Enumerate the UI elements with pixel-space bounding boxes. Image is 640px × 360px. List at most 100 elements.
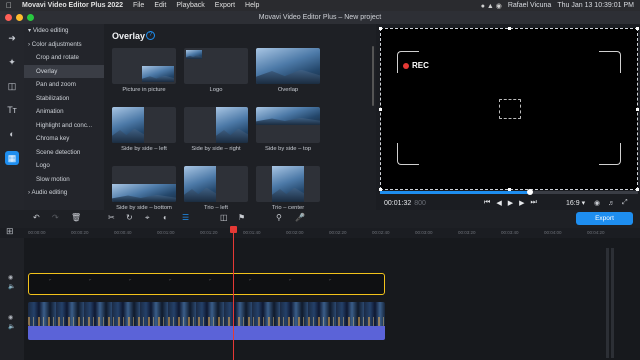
- ruler-tick: 00:03:40: [501, 230, 519, 235]
- overlay-tile-trio-center[interactable]: Trio – center: [256, 166, 320, 211]
- menu-edit[interactable]: Edit: [154, 2, 166, 9]
- track-add-icon[interactable]: ⊞: [6, 226, 14, 237]
- panel-scrollbar[interactable]: [372, 46, 374, 106]
- overlay-tile-side-by-side-bottom[interactable]: Side by side – bottom: [112, 166, 176, 211]
- import-icon[interactable]: ➜: [5, 31, 19, 45]
- zoom-button[interactable]: [27, 14, 34, 21]
- category-color-adjustments[interactable]: › Color adjustments: [24, 38, 104, 52]
- filters-icon[interactable]: ✦: [5, 55, 19, 69]
- menu-help[interactable]: Help: [245, 2, 259, 9]
- play-icon[interactable]: ▶: [508, 199, 513, 207]
- minimize-button[interactable]: [16, 14, 23, 21]
- step-forward-icon[interactable]: ▶: [519, 199, 524, 207]
- video-clip[interactable]: [28, 302, 385, 326]
- category-highlight-and-conceal[interactable]: Highlight and conc...: [24, 119, 104, 133]
- track-mute-icon[interactable]: 🔈: [8, 283, 15, 290]
- resize-handle[interactable]: [636, 27, 639, 30]
- timecode-frames: 800: [414, 199, 426, 207]
- export-button[interactable]: Export: [576, 212, 633, 225]
- menu-export[interactable]: Export: [215, 2, 235, 9]
- progress-fill: [380, 191, 530, 194]
- crop-icon[interactable]: ⌖: [145, 213, 150, 223]
- location-icon[interactable]: ⚲: [276, 213, 282, 222]
- rotate-icon[interactable]: ↻: [126, 213, 133, 222]
- apple-icon[interactable]: : [6, 1, 14, 10]
- clip-properties-icon[interactable]: ☰: [182, 213, 189, 222]
- resize-handle[interactable]: [379, 27, 382, 30]
- category-logo[interactable]: Logo: [24, 159, 104, 173]
- close-button[interactable]: [5, 14, 12, 21]
- track-visibility-icon[interactable]: ◉: [8, 274, 13, 281]
- skip-forward-icon[interactable]: ⏭: [530, 199, 536, 207]
- marker-icon[interactable]: ⚑: [238, 213, 245, 222]
- playhead-handle[interactable]: [230, 226, 237, 233]
- overlay-tile-side-by-side-left[interactable]: Side by side – left: [112, 107, 176, 152]
- volume-icon[interactable]: ♬: [608, 200, 615, 207]
- playback-progress[interactable]: [380, 189, 638, 195]
- overlay-tile-side-by-side-top[interactable]: Side by side – top: [256, 107, 320, 152]
- titles-icon[interactable]: Tт: [5, 103, 19, 117]
- tile-thumbnail: [256, 107, 320, 143]
- overlay-clip-selected[interactable]: ⌐ ⌐ ⌐ ⌐ ⌐ ⌐ ⌐ ⌐: [28, 273, 385, 295]
- resize-handle[interactable]: [508, 27, 511, 30]
- resize-handle[interactable]: [379, 108, 382, 111]
- tile-thumbnail: [184, 166, 248, 202]
- user-name[interactable]: Rafael Vicuna: [508, 2, 551, 9]
- window-title: Movavi Video Editor Plus – New project: [258, 14, 382, 21]
- timeline-area[interactable]: [0, 238, 640, 360]
- stickers-icon[interactable]: ◐: [5, 127, 19, 141]
- category-audio-editing[interactable]: › Audio editing: [24, 186, 104, 200]
- category-scene-detection[interactable]: Scene detection: [24, 146, 104, 160]
- focus-reticle-icon: [499, 99, 521, 119]
- cut-icon[interactable]: ✂: [108, 213, 115, 222]
- category-chroma-key[interactable]: Chroma key: [24, 132, 104, 146]
- menu-file[interactable]: File: [133, 2, 144, 9]
- overlay-tile-logo[interactable]: Logo: [184, 48, 248, 93]
- category-animation[interactable]: Animation: [24, 105, 104, 119]
- overlay-icon[interactable]: ◫: [220, 213, 228, 222]
- undo-icon[interactable]: ↶: [33, 213, 40, 222]
- clock[interactable]: Thu Jan 13 10:39:01 PM: [557, 2, 634, 9]
- category-crop-and-rotate[interactable]: Crop and rotate: [24, 51, 104, 65]
- tile-label: Logo: [209, 87, 223, 93]
- category-pan-and-zoom[interactable]: Pan and zoom: [24, 78, 104, 92]
- delete-icon[interactable]: 🗑: [71, 213, 81, 222]
- category-video-editing[interactable]: ▾ Video editing: [24, 24, 104, 38]
- fullscreen-icon[interactable]: ⤢: [622, 199, 628, 207]
- microphone-icon[interactable]: 🎤: [295, 213, 305, 222]
- overlay-tile-side-by-side-right[interactable]: Side by side – right: [184, 107, 248, 152]
- ruler-tick: 00:00:00: [28, 230, 46, 235]
- overlay-tile-picture-in-picture[interactable]: Picture in picture: [112, 48, 176, 93]
- help-icon[interactable]: ?: [146, 31, 155, 40]
- playhead[interactable]: [230, 226, 237, 360]
- resize-handle[interactable]: [636, 108, 639, 111]
- transitions-icon[interactable]: ◫: [5, 79, 19, 93]
- track-visibility-icon[interactable]: ◉: [8, 314, 13, 321]
- preview-window[interactable]: REC: [379, 27, 639, 191]
- category-overlay[interactable]: Overlay: [24, 64, 104, 78]
- skip-back-icon[interactable]: ⏮: [484, 199, 490, 207]
- snapshot-icon[interactable]: ◉: [594, 199, 600, 207]
- category-stabilization[interactable]: Stabilization: [24, 92, 104, 106]
- more-tools-icon[interactable]: ▦: [5, 151, 19, 165]
- menu-playback[interactable]: Playback: [176, 2, 204, 9]
- status-icons[interactable]: ● ▲ ◉: [481, 2, 502, 10]
- category-slow-motion[interactable]: Slow motion: [24, 173, 104, 187]
- overlay-tile-overlap[interactable]: Overlap: [256, 48, 320, 93]
- aspect-ratio-select[interactable]: 16:9 ▾: [566, 199, 585, 207]
- ruler-tick: 00:04:20: [587, 230, 605, 235]
- progress-knob[interactable]: [527, 189, 533, 195]
- step-back-icon[interactable]: ◀: [496, 199, 501, 207]
- audio-clip[interactable]: [28, 326, 385, 340]
- macos-menubar:  Movavi Video Editor Plus 2022 File Edi…: [0, 0, 640, 11]
- overlay-tile-trio-left[interactable]: Trio – left: [184, 166, 248, 211]
- timeline-ruler[interactable]: 00:00:00 00:00:20 00:00:40 00:01:00 00:0…: [0, 228, 640, 238]
- timeline-toolbar: ↶ ↷ 🗑 ✂ ↻ ⌖ ◐ ☰ ◫ ⚑ ⚲ 🎤: [0, 210, 640, 228]
- track-mute-icon[interactable]: 🔈: [8, 323, 15, 330]
- menu-app-name[interactable]: Movavi Video Editor Plus 2022: [22, 2, 123, 9]
- audio-level-meter: [606, 240, 634, 358]
- redo-icon[interactable]: ↷: [52, 213, 59, 222]
- tile-thumbnail: [184, 107, 248, 143]
- ruler-tick: 00:00:40: [114, 230, 132, 235]
- color-adjust-icon[interactable]: ◐: [163, 213, 168, 222]
